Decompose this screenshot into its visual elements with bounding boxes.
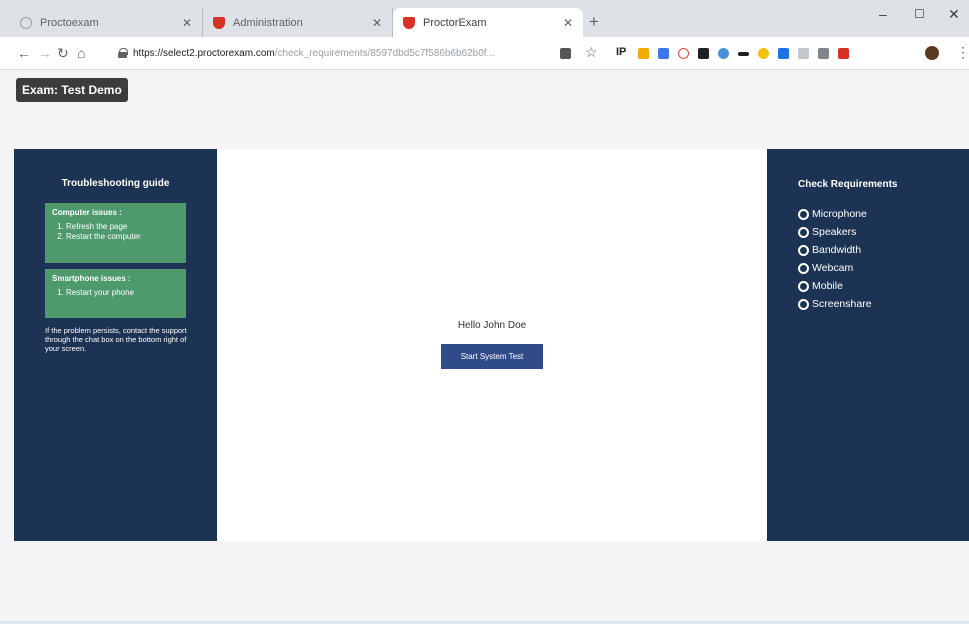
requirement-label: Microphone bbox=[812, 208, 867, 220]
extension-icon[interactable] bbox=[560, 48, 571, 59]
computer-issues-box: Computer issues : Refresh the page Resta… bbox=[45, 203, 186, 263]
list-item: Refresh the page bbox=[66, 222, 179, 232]
close-window-button[interactable]: ✕ bbox=[948, 6, 960, 23]
requirement-screenshare: Screenshare bbox=[798, 295, 872, 313]
new-tab-button[interactable]: + bbox=[589, 13, 599, 30]
browser-toolbar: ← → ↻ ⌂ https://select2.proctorexam.com … bbox=[0, 37, 969, 70]
url-host: https://select2.proctorexam.com bbox=[133, 47, 275, 59]
extension-icon[interactable] bbox=[798, 48, 809, 59]
troubleshooting-panel: Troubleshooting guide Computer issues : … bbox=[14, 149, 217, 541]
requirement-label: Speakers bbox=[812, 226, 857, 238]
status-circle-icon bbox=[798, 262, 809, 274]
tab-close-icon[interactable]: ✕ bbox=[182, 16, 192, 30]
maximize-button[interactable]: ☐ bbox=[914, 7, 925, 21]
extension-icon[interactable] bbox=[638, 48, 649, 59]
profile-avatar[interactable] bbox=[925, 46, 939, 60]
tab-label: ProctorExam bbox=[423, 16, 487, 29]
status-circle-icon bbox=[798, 298, 809, 310]
status-circle-icon bbox=[798, 280, 809, 292]
requirement-label: Screenshare bbox=[812, 298, 872, 310]
calendar-extension-icon[interactable] bbox=[658, 48, 669, 59]
tab-proctorexam-active[interactable]: ProctorExam ✕ bbox=[393, 8, 583, 37]
requirement-speakers: Speakers bbox=[798, 223, 872, 241]
url-path: /check_requirements/8597dbd5c7f586b6b62b… bbox=[274, 47, 495, 59]
bookmark-star-icon[interactable]: ☆ bbox=[585, 44, 598, 61]
back-arrow-icon[interactable]: ← bbox=[17, 45, 31, 61]
page-footer-area bbox=[0, 541, 969, 624]
main-center-area: Hello John Doe Start System Test bbox=[217, 149, 767, 541]
exam-title-badge: Exam: Test Demo bbox=[16, 78, 128, 102]
troubleshooting-title: Troubleshooting guide bbox=[61, 178, 170, 189]
requirement-label: Bandwidth bbox=[812, 244, 862, 256]
tab-close-icon[interactable]: ✕ bbox=[563, 16, 573, 30]
list-item: Restart the computer bbox=[66, 232, 179, 242]
extension-icon[interactable] bbox=[838, 48, 849, 59]
forward-arrow-icon[interactable]: → bbox=[38, 45, 52, 61]
address-bar[interactable]: https://select2.proctorexam.com /check_r… bbox=[118, 42, 538, 64]
extension-icon[interactable] bbox=[778, 48, 789, 59]
shield-icon bbox=[403, 16, 415, 29]
requirement-bandwidth: Bandwidth bbox=[798, 241, 872, 259]
list-item: Restart your phone bbox=[66, 288, 179, 298]
reload-icon[interactable]: ↻ bbox=[57, 45, 69, 61]
shield-icon bbox=[213, 16, 225, 29]
status-circle-icon bbox=[798, 226, 809, 238]
smartphone-issues-box: Smartphone issues : Restart your phone bbox=[45, 269, 186, 318]
requirements-title: Check Requirements bbox=[798, 179, 898, 190]
status-circle-icon bbox=[798, 208, 809, 220]
smartphone-issues-title: Smartphone issues : bbox=[52, 274, 131, 283]
ip-extension-icon[interactable]: IP bbox=[616, 46, 626, 58]
extension-icon[interactable] bbox=[698, 48, 709, 59]
smartphone-steps-list: Restart your phone bbox=[52, 288, 179, 298]
tab-label: Administration bbox=[233, 16, 303, 29]
requirement-label: Mobile bbox=[812, 280, 843, 292]
support-note: If the problem persists, contact the sup… bbox=[45, 326, 187, 353]
tab-administration[interactable]: Administration ✕ bbox=[203, 8, 393, 37]
page-content: Exam: Test Demo Troubleshooting guide Co… bbox=[0, 70, 969, 624]
browser-tab-strip: Proctoexam ✕ Administration ✕ ProctorExa… bbox=[0, 0, 969, 37]
extension-icon[interactable] bbox=[758, 48, 769, 59]
greeting-text: Hello John Doe bbox=[457, 320, 527, 331]
status-circle-icon bbox=[798, 244, 809, 256]
browser-menu-icon[interactable]: ⋮ bbox=[956, 44, 969, 61]
extension-icon[interactable] bbox=[818, 48, 829, 59]
tab-close-icon[interactable]: ✕ bbox=[372, 16, 382, 30]
tab-proctoexam[interactable]: Proctoexam ✕ bbox=[10, 8, 203, 37]
extension-icon[interactable] bbox=[678, 48, 689, 59]
minimize-button[interactable]: – bbox=[879, 6, 887, 22]
start-system-test-button[interactable]: Start System Test bbox=[441, 344, 543, 369]
extension-icon[interactable] bbox=[738, 52, 749, 56]
computer-steps-list: Refresh the page Restart the computer bbox=[52, 222, 179, 242]
globe-icon bbox=[20, 16, 32, 29]
home-icon[interactable]: ⌂ bbox=[77, 45, 85, 61]
requirement-microphone: Microphone bbox=[798, 205, 872, 223]
tab-label: Proctoexam bbox=[40, 16, 99, 29]
requirement-label: Webcam bbox=[812, 262, 854, 274]
translate-extension-icon[interactable] bbox=[718, 48, 729, 59]
requirement-mobile: Mobile bbox=[798, 277, 872, 295]
computer-issues-title: Computer issues : bbox=[52, 208, 122, 217]
requirement-webcam: Webcam bbox=[798, 259, 872, 277]
requirements-panel: Check Requirements Microphone Speakers B… bbox=[767, 149, 969, 541]
lock-icon bbox=[118, 48, 128, 58]
requirements-list: Microphone Speakers Bandwidth Webcam Mob… bbox=[798, 205, 872, 313]
